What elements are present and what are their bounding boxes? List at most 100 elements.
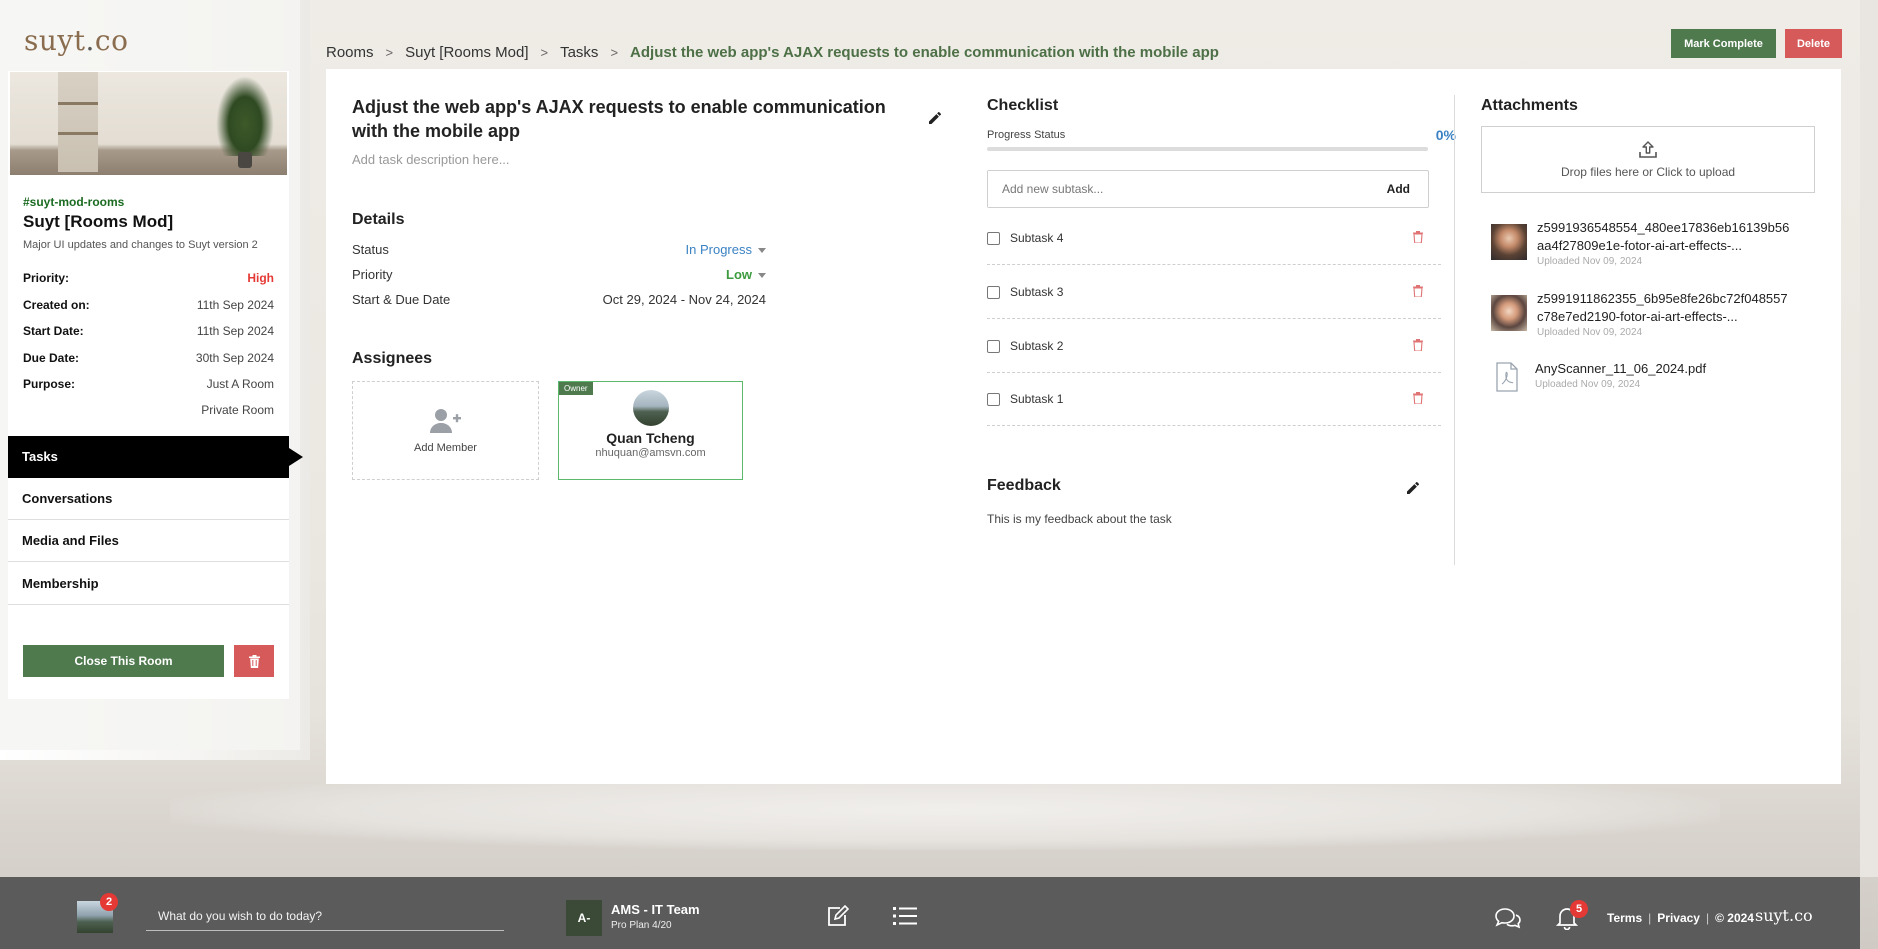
subtask-checkbox[interactable] xyxy=(987,285,1000,299)
attachment-name: AnyScanner_11_06_2024.pdf xyxy=(1535,361,1707,376)
delete-subtask-button[interactable] xyxy=(1413,391,1423,407)
add-user-icon xyxy=(429,408,461,433)
trash-icon xyxy=(1413,338,1423,352)
bottom-bar: 2 A- AMS - IT Team Pro Plan 4/20 5 Terms… xyxy=(0,877,1860,949)
feedback-heading: Feedback xyxy=(987,477,1061,494)
close-room-button[interactable]: Close This Room xyxy=(23,645,224,677)
detail-dates: Start & Due Date Oct 29, 2024 - Nov 24, … xyxy=(352,292,766,307)
delete-subtask-button[interactable] xyxy=(1413,230,1423,246)
mark-complete-button[interactable]: Mark Complete xyxy=(1671,29,1776,58)
chevron-right-icon: > xyxy=(610,45,619,60)
terms-link[interactable]: Terms xyxy=(1607,911,1642,925)
room-cover-image xyxy=(10,72,287,175)
member-name: Quan Tcheng xyxy=(606,430,695,446)
copyright: © 2024 xyxy=(1715,911,1754,925)
progress-bar xyxy=(987,147,1428,151)
caret-down-icon xyxy=(758,273,766,279)
pencil-icon xyxy=(929,111,942,124)
chat-icon xyxy=(1495,908,1521,929)
team-avatar[interactable]: A- xyxy=(566,900,602,936)
room-sidebar: suyt.co #suyt-mod-rooms Suyt [Rooms Mod]… xyxy=(0,0,303,750)
add-subtask-button[interactable]: Add xyxy=(1369,182,1428,196)
delete-subtask-button[interactable] xyxy=(1413,338,1423,354)
chevron-right-icon: > xyxy=(385,45,394,60)
nav-membership[interactable]: Membership xyxy=(8,563,289,605)
attachment-thumbnail xyxy=(1491,224,1527,260)
room-info-priority: Priority: High xyxy=(23,271,274,285)
notification-badge: 5 xyxy=(1570,900,1588,918)
delete-room-button[interactable] xyxy=(234,645,274,677)
room-info-purpose: Purpose: Just A Room xyxy=(23,377,274,391)
room-info-visibility: Private Room xyxy=(201,403,274,417)
add-member-button[interactable]: Add Member xyxy=(352,381,539,480)
attachment-thumbnail xyxy=(1491,295,1527,331)
edit-title-button[interactable] xyxy=(929,111,942,129)
assignees-heading: Assignees xyxy=(352,350,433,367)
room-description: Major UI updates and changes to Suyt ver… xyxy=(23,239,258,251)
chevron-right-icon: > xyxy=(540,45,549,60)
checklist-heading: Checklist xyxy=(987,97,1059,114)
date-range-value[interactable]: Oct 29, 2024 - Nov 24, 2024 xyxy=(603,292,766,307)
trash-icon xyxy=(1413,230,1423,244)
priority-dropdown[interactable]: Low xyxy=(726,267,766,282)
breadcrumb-current-task: Adjust the web app's AJAX requests to en… xyxy=(630,44,1219,61)
subtask-checkbox[interactable] xyxy=(987,339,1000,353)
attachment-date: Uploaded Nov 09, 2024 xyxy=(1537,327,1643,338)
attachments-heading: Attachments xyxy=(1481,97,1578,114)
team-name[interactable]: AMS - IT Team xyxy=(611,902,700,917)
column-divider xyxy=(1454,95,1455,565)
footer-links: Terms | Privacy | © 2024 xyxy=(1607,911,1754,925)
detail-status: Status In Progress xyxy=(352,242,766,257)
messages-button[interactable] xyxy=(1494,907,1522,934)
status-dropdown[interactable]: In Progress xyxy=(686,242,766,257)
pdf-file-icon xyxy=(1496,362,1518,392)
team-plan: Pro Plan 4/20 xyxy=(611,920,672,931)
feedback-text: This is my feedback about the task xyxy=(987,512,1172,526)
attachment-name: z5991911862355_6b95e8fe26bc72f048557 c78e… xyxy=(1537,291,1788,324)
breadcrumb-room[interactable]: Suyt [Rooms Mod] xyxy=(405,44,528,61)
pencil-icon xyxy=(1407,481,1420,494)
breadcrumb-rooms[interactable]: Rooms xyxy=(326,44,374,61)
attachment-item[interactable]: z5991911862355_6b95e8fe26bc72f048557 c78e… xyxy=(1491,290,1821,338)
background-edge xyxy=(1860,0,1878,877)
list-icon xyxy=(893,907,917,925)
subtask-row: Subtask 3 xyxy=(987,266,1441,319)
brand-logo[interactable]: suyt.co xyxy=(24,24,128,57)
privacy-link[interactable]: Privacy xyxy=(1657,911,1700,925)
avatar-badge: 2 xyxy=(100,893,118,911)
attachment-item[interactable]: AnyScanner_11_06_2024.pdf Uploaded Nov 0… xyxy=(1491,360,1821,392)
delete-task-button[interactable]: Delete xyxy=(1785,29,1842,58)
breadcrumb-tasks[interactable]: Tasks xyxy=(560,44,598,61)
attachment-item[interactable]: z5991936548554_480ee17836eb16139b56 aa4f2… xyxy=(1491,219,1821,267)
new-subtask-field: Add xyxy=(987,170,1429,208)
command-search xyxy=(146,901,504,931)
subtask-row: Subtask 1 xyxy=(987,373,1441,426)
task-list-button[interactable] xyxy=(893,906,917,931)
trash-icon xyxy=(1413,284,1423,298)
command-search-input[interactable] xyxy=(146,908,504,923)
subtask-input[interactable] xyxy=(988,171,1369,207)
compose-button[interactable] xyxy=(826,904,850,932)
room-name: Suyt [Rooms Mod] xyxy=(23,212,174,231)
delete-subtask-button[interactable] xyxy=(1413,284,1423,300)
detail-priority: Priority Low xyxy=(352,267,766,282)
nav-media-files[interactable]: Media and Files xyxy=(8,520,289,562)
task-panel: Adjust the web app's AJAX requests to en… xyxy=(326,69,1841,784)
room-info-created: Created on: 11th Sep 2024 xyxy=(23,298,274,312)
nav-tasks[interactable]: Tasks xyxy=(8,436,303,478)
member-email: nhuquan@amsvn.com xyxy=(595,447,706,459)
trash-icon xyxy=(248,654,260,668)
upload-dropzone[interactable]: Drop files here or Click to upload xyxy=(1481,126,1815,193)
progress-label: Progress Status xyxy=(987,129,1066,141)
room-info-start: Start Date: 11th Sep 2024 xyxy=(23,324,274,338)
task-description-placeholder[interactable]: Add task description here... xyxy=(352,152,510,167)
assignee-card[interactable]: Owner Quan Tcheng nhuquan@amsvn.com xyxy=(558,381,743,480)
edit-feedback-button[interactable] xyxy=(1407,481,1420,499)
nav-conversations[interactable]: Conversations xyxy=(8,478,289,520)
progress-percent: 0% xyxy=(1435,127,1456,143)
subtask-row: Subtask 2 xyxy=(987,320,1441,373)
subtask-checkbox[interactable] xyxy=(987,231,1000,245)
room-info-due: Due Date: 30th Sep 2024 xyxy=(23,351,274,365)
subtask-checkbox[interactable] xyxy=(987,392,1000,406)
task-title: Adjust the web app's AJAX requests to en… xyxy=(352,97,886,141)
